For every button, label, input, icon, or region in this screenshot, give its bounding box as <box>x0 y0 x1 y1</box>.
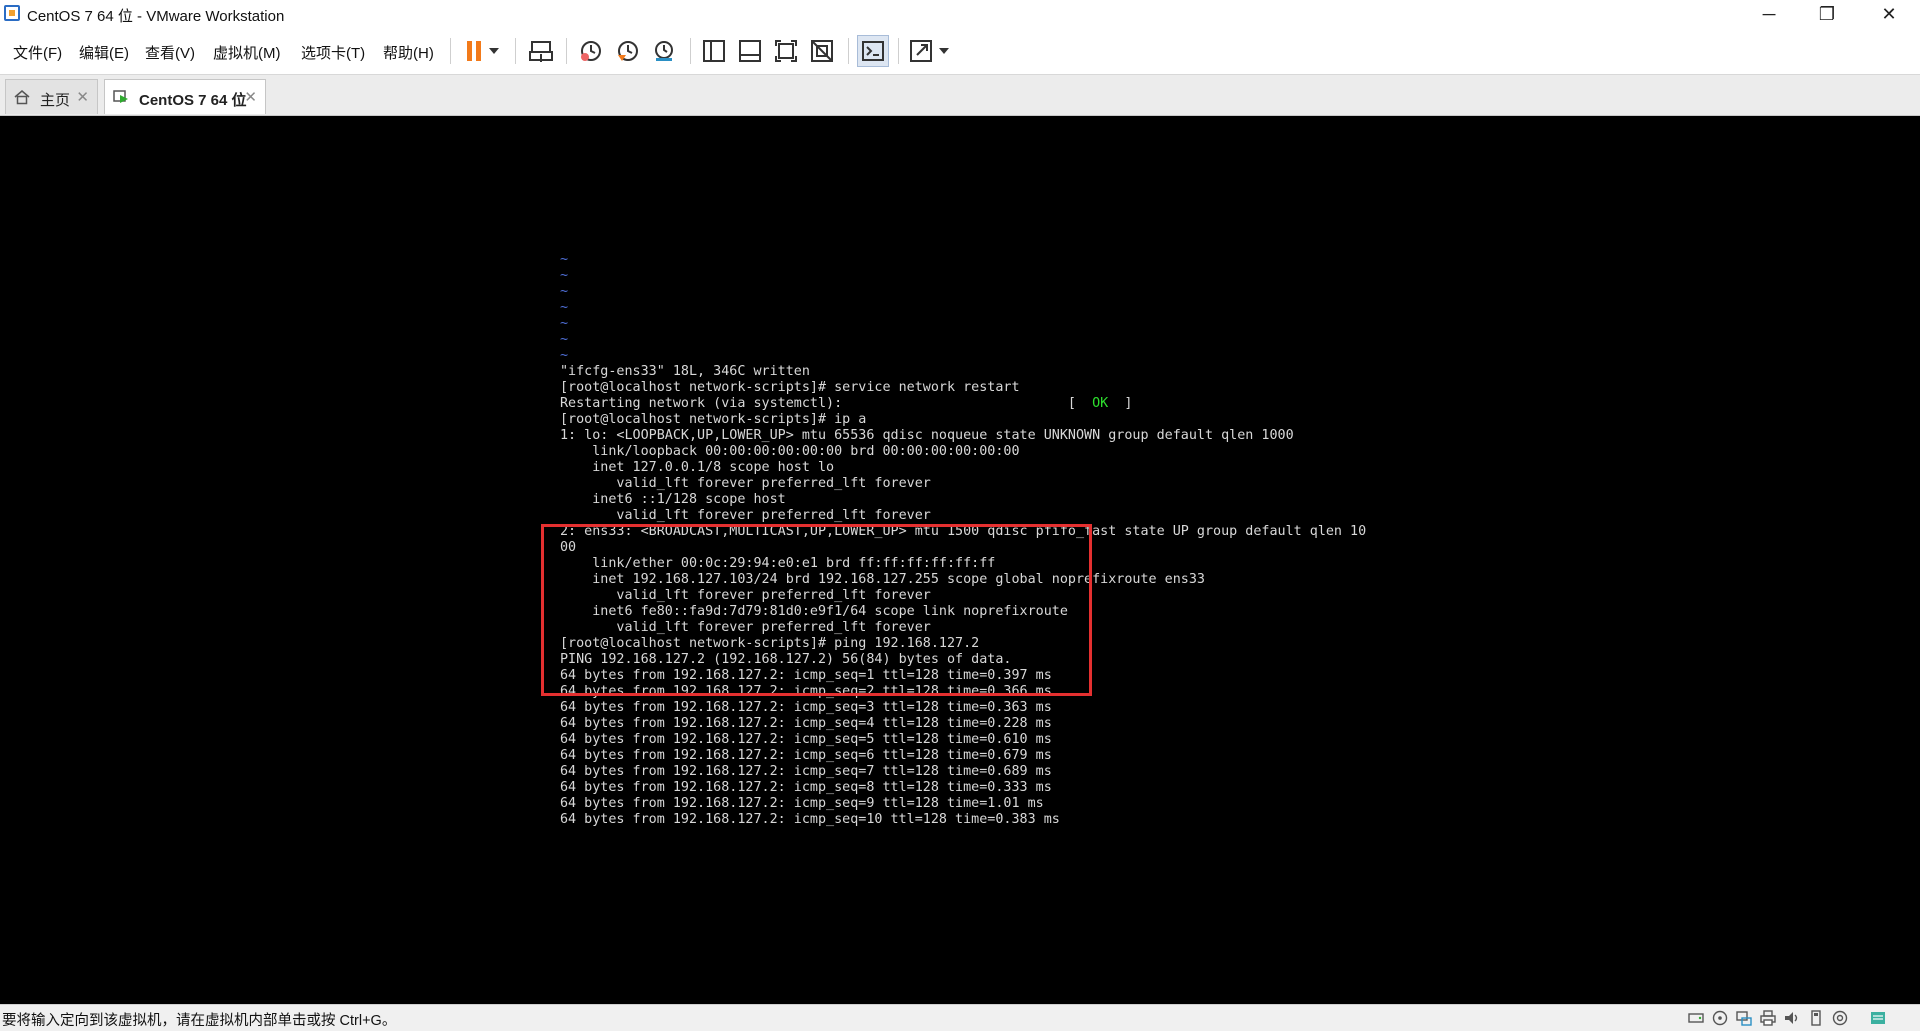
status-ok: OK <box>1092 396 1109 411</box>
cd-dvd-icon[interactable] <box>1712 1010 1728 1026</box>
snapshot-take-icon[interactable] <box>575 35 607 67</box>
console-view-icon[interactable] <box>857 35 889 67</box>
toolbar-separator <box>515 38 516 64</box>
vim-empty-line: ~ <box>560 348 569 363</box>
tab-label: 主页 <box>40 92 71 109</box>
usb-icon[interactable] <box>1808 1010 1824 1026</box>
menu-edit[interactable]: 编辑(E) <box>79 42 129 63</box>
console-line: inet6 ::1/128 scope host <box>560 492 786 507</box>
console-line: "ifcfg-ens33" 18L, 346C written <box>560 364 810 379</box>
toolbar-separator <box>898 38 899 64</box>
console-line: Restarting network (via systemctl): <box>560 396 843 411</box>
window-title: CentOS 7 64 位 - VMware Workstation <box>27 8 285 25</box>
status-hint: 要将输入定向到该虚拟机，请在虚拟机内部单击或按 Ctrl+G。 <box>2 1013 397 1029</box>
message-icon[interactable] <box>1870 1010 1886 1026</box>
library-view-icon[interactable] <box>698 35 730 67</box>
console-line: valid_lft forever preferred_lft forever <box>560 508 931 523</box>
minimize-button[interactable]: ─ <box>1740 0 1798 28</box>
console-line: inet 127.0.0.1/8 scope host lo <box>560 460 835 475</box>
vmware-logo-icon <box>4 5 20 21</box>
toolbar-separator <box>566 38 567 64</box>
restore-button[interactable]: ❐ <box>1798 0 1856 28</box>
status-bracket-open: [ <box>1067 396 1093 411</box>
ping-reply-line: 64 bytes from 192.168.127.2: icmp_seq=7 … <box>560 764 1052 779</box>
send-ctrl-alt-del-icon[interactable] <box>525 35 557 67</box>
dropdown-arrow-icon[interactable] <box>934 35 954 67</box>
tab-close-icon[interactable]: ✕ <box>76 88 89 106</box>
printer-icon[interactable] <box>1760 1010 1776 1026</box>
vim-empty-line: ~ <box>560 284 569 299</box>
tab-close-icon[interactable]: ✕ <box>244 88 257 106</box>
snapshot-revert-icon[interactable] <box>612 35 644 67</box>
toolbar-separator <box>690 38 691 64</box>
ping-reply-line: 64 bytes from 192.168.127.2: icmp_seq=6 … <box>560 748 1052 763</box>
ping-reply-line: 64 bytes from 192.168.127.2: icmp_seq=8 … <box>560 780 1052 795</box>
console-line: valid_lft forever preferred_lft forever <box>560 476 931 491</box>
console-line: [root@localhost network-scripts]# servic… <box>560 380 1020 395</box>
console-line: link/loopback 00:00:00:00:00:00 brd 00:0… <box>560 444 1020 459</box>
vim-empty-line: ~ <box>560 252 569 267</box>
console-line: 1: lo: <LOOPBACK,UP,LOWER_UP> mtu 65536 … <box>560 428 1294 443</box>
network-adapter-icon[interactable] <box>1736 1010 1752 1026</box>
ping-reply-line: 64 bytes from 192.168.127.2: icmp_seq=4 … <box>560 716 1052 731</box>
toolbar-separator <box>848 38 849 64</box>
vim-empty-line: ~ <box>560 316 569 331</box>
menu-toolbar: 文件(F) 编辑(E) 查看(V) 虚拟机(M) 选项卡(T) 帮助(H) <box>0 28 1920 75</box>
tab-centos[interactable]: CentOS 7 64 位 ✕ <box>104 79 266 114</box>
tab-bar: 主页 ✕ CentOS 7 64 位 ✕ <box>0 75 1920 116</box>
status-bracket-close: ] <box>1108 396 1133 411</box>
menu-help[interactable]: 帮助(H) <box>383 42 434 63</box>
vim-empty-line: ~ <box>560 268 569 283</box>
sound-icon[interactable] <box>1784 1010 1800 1026</box>
display-icon[interactable] <box>1832 1010 1848 1026</box>
title-bar: CentOS 7 64 位 - VMware Workstation ─ ❐ ✕ <box>0 0 1920 28</box>
unity-icon[interactable] <box>806 35 838 67</box>
ping-reply-line: 64 bytes from 192.168.127.2: icmp_seq=5 … <box>560 732 1052 747</box>
hard-disk-icon[interactable] <box>1688 1010 1704 1026</box>
menu-vm[interactable]: 虚拟机(M) <box>213 42 281 63</box>
vim-empty-line: ~ <box>560 332 569 347</box>
menu-view[interactable]: 查看(V) <box>145 42 195 63</box>
snapshot-manager-icon[interactable] <box>648 35 680 67</box>
ping-highlight-box <box>541 524 1092 696</box>
dropdown-arrow-icon[interactable] <box>484 35 504 67</box>
menu-tabs[interactable]: 选项卡(T) <box>301 42 365 63</box>
tab-home[interactable]: 主页 ✕ <box>5 79 98 114</box>
menu-file[interactable]: 文件(F) <box>13 42 62 63</box>
full-screen-icon[interactable] <box>770 35 802 67</box>
thumbnail-bar-icon[interactable] <box>734 35 766 67</box>
vim-empty-line: ~ <box>560 300 569 315</box>
home-icon <box>14 90 30 105</box>
ping-reply-line: 64 bytes from 192.168.127.2: icmp_seq=9 … <box>560 796 1044 811</box>
status-bar: 要将输入定向到该虚拟机，请在虚拟机内部单击或按 Ctrl+G。 <box>0 1004 1920 1031</box>
vm-running-icon <box>113 90 128 103</box>
console-line: [root@localhost network-scripts]# ip a <box>560 412 867 427</box>
ping-reply-line: 64 bytes from 192.168.127.2: icmp_seq=10… <box>560 812 1060 827</box>
close-button[interactable]: ✕ <box>1860 0 1918 28</box>
toolbar-separator <box>450 38 451 64</box>
tab-label: CentOS 7 64 位 <box>139 92 247 109</box>
ping-reply-line: 64 bytes from 192.168.127.2: icmp_seq=3 … <box>560 700 1052 715</box>
